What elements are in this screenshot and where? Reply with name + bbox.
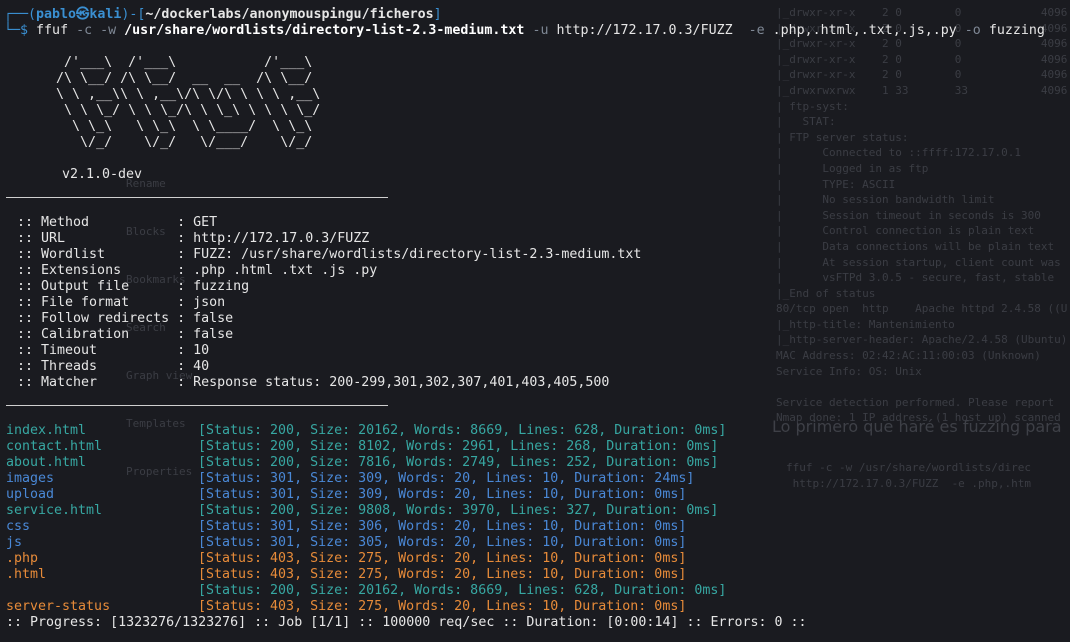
result-row: js [Status: 301, Size: 305, Words: 20, Li… — [0, 535, 1070, 551]
progress-line: :: Progress: [1323276/1323276] :: Job [1… — [6, 615, 807, 630]
banner-line-1: /'___\ /'___\ /'___\ — [0, 55, 369, 70]
result-path: upload — [6, 487, 55, 502]
result-path: contact.html — [6, 439, 103, 454]
result-row: about.html [Status: 200, Size: 7816, Word… — [0, 455, 1070, 471]
prompt-box-bottom: └─$ — [4, 23, 29, 38]
result-row: index.html [Status: 200, Size: 20162, Wor… — [0, 423, 1070, 439]
command-url: http://172.17.0.3/FUZZ — [556, 23, 733, 38]
banner-line-3: \ \ ,__\\ \ ,__\/\ \/\ \ \ \ ,__\ — [0, 87, 369, 102]
result-path: css — [6, 519, 31, 534]
divider-top — [6, 197, 388, 198]
prompt-path: ~/dockerlabs/anonymouspingu/ficheros — [145, 7, 434, 22]
result-row: .php [Status: 403, Size: 275, Words: 20, … — [0, 551, 1070, 567]
command-line[interactable]: └─$ ffuf -c -w /usr/share/wordlists/dire… — [4, 23, 1045, 39]
config-method: :: Method : GET — [9, 215, 218, 230]
result-row: .html [Status: 403, Size: 275, Words: 20,… — [0, 567, 1070, 583]
result-row: css [Status: 301, Size: 306, Words: 20, L… — [0, 519, 1070, 535]
command-flag-e: -e — [748, 23, 765, 38]
result-status: [Status: 200, Size: 7816, Words: 2749, L… — [198, 455, 719, 470]
config-url: :: URL : http://172.17.0.3/FUZZ — [9, 231, 370, 246]
config-wordlist: :: Wordlist : FUZZ: /usr/share/wordlists… — [9, 247, 642, 262]
prompt-user: pablo㉿kali — [36, 7, 122, 22]
result-path: .php — [6, 551, 39, 566]
result-status: [Status: 301, Size: 309, Words: 20, Line… — [198, 487, 687, 502]
result-status: [Status: 301, Size: 305, Words: 20, Line… — [198, 535, 687, 550]
result-status: [Status: 301, Size: 306, Words: 20, Line… — [198, 519, 687, 534]
result-status: [Status: 403, Size: 275, Words: 20, Line… — [198, 551, 687, 566]
result-path: service.html — [6, 503, 103, 518]
result-status: [Status: 200, Size: 8102, Words: 2961, L… — [198, 439, 719, 454]
result-status: [Status: 403, Size: 275, Words: 20, Line… — [198, 599, 687, 614]
config-matcher: :: Matcher : Response status: 200-299,30… — [9, 375, 610, 390]
result-row: service.html [Status: 200, Size: 9808, Wo… — [0, 503, 1070, 519]
prompt-separator: )-[ — [121, 7, 146, 22]
version-text: v2.1.0-dev — [62, 167, 143, 182]
terminal-window[interactable]: ┌──(pablo㉿kali)-[~/dockerlabs/anonymousp… — [0, 0, 1070, 642]
result-row: server-status [Status: 403, Size: 275, Wo… — [0, 599, 1070, 615]
result-status: [Status: 200, Size: 20162, Words: 8669, … — [198, 423, 727, 438]
config-follow-redirects: :: Follow redirects : false — [9, 311, 234, 326]
result-path: js — [6, 535, 23, 550]
prompt-box-top: ┌──( — [4, 7, 37, 22]
divider-bottom — [6, 405, 388, 406]
result-status: [Status: 301, Size: 309, Words: 20, Line… — [198, 471, 695, 486]
command-wordlist: /usr/share/wordlists/directory-list-2.3-… — [124, 23, 525, 38]
config-extensions: :: Extensions : .php .html .txt .js .py — [9, 263, 378, 278]
banner-line-2: /\ \__/ /\ \__/ __ __ /\ \__/ — [0, 71, 369, 86]
result-path: about.html — [6, 455, 87, 470]
command-extensions: .php,.html,.txt,.js,.py — [772, 23, 957, 38]
command-flags-cw: -c -w — [76, 23, 117, 38]
result-path: images — [6, 471, 55, 486]
banner-line-5: \ \_\ \ \_\ \ \____/ \ \_\ — [0, 119, 369, 134]
config-threads: :: Threads : 40 — [9, 359, 210, 374]
command-program: ffuf — [36, 23, 69, 38]
prompt-line: ┌──(pablo㉿kali)-[~/dockerlabs/anonymousp… — [4, 7, 442, 23]
result-status: [Status: 403, Size: 275, Words: 20, Line… — [198, 567, 687, 582]
result-status: [Status: 200, Size: 9808, Words: 3970, L… — [198, 503, 719, 518]
command-flag-u: -u — [532, 23, 549, 38]
config-file-format: :: File format : json — [9, 295, 226, 310]
banner-line-6: \/_/ \/_/ \/___/ \/_/ — [0, 135, 369, 150]
command-output: fuzzing — [988, 23, 1045, 38]
command-flag-o: -o — [964, 23, 981, 38]
result-row: images [Status: 301, Size: 309, Words: 20… — [0, 471, 1070, 487]
result-status: [Status: 200, Size: 20162, Words: 8669, … — [198, 583, 727, 598]
result-path: index.html — [6, 423, 87, 438]
banner-line-4: \ \ \_/ \ \ \_/\ \ \_\ \ \ \ \_/ — [0, 103, 369, 118]
result-row: contact.html [Status: 200, Size: 8102, Wo… — [0, 439, 1070, 455]
result-row: upload [Status: 301, Size: 309, Words: 20… — [0, 487, 1070, 503]
config-timeout: :: Timeout : 10 — [9, 343, 210, 358]
prompt-end: ] — [433, 7, 442, 22]
result-path: server-status — [6, 599, 111, 614]
result-row: [Status: 200, Size: 20162, Words: 8669, … — [0, 583, 1070, 599]
config-output-file: :: Output file : fuzzing — [9, 279, 250, 294]
config-calibration: :: Calibration : false — [9, 327, 234, 342]
result-path: .html — [6, 567, 47, 582]
